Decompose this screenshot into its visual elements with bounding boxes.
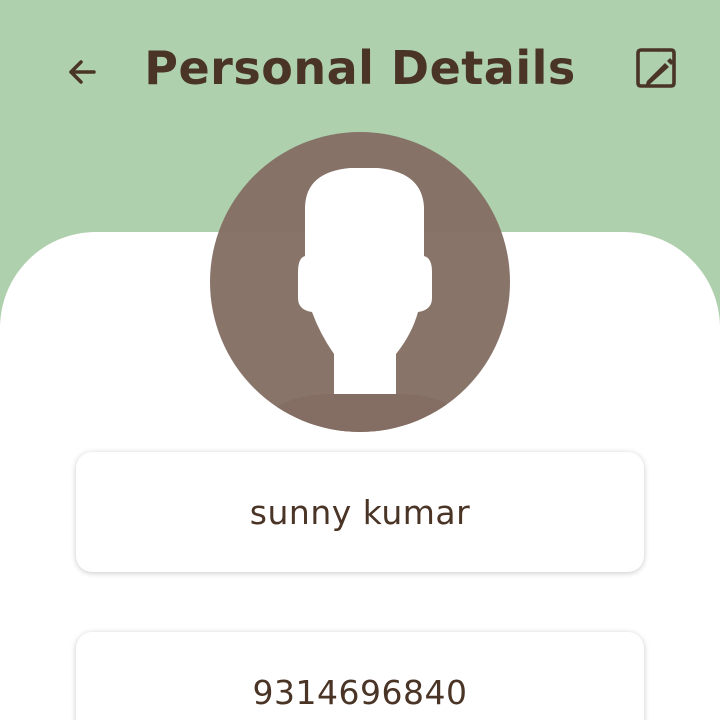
phone-value: 9314696840	[252, 672, 468, 712]
avatar[interactable]	[210, 132, 510, 438]
app-header: Personal Details	[0, 0, 720, 140]
phone-field[interactable]: 9314696840	[76, 632, 644, 720]
page-title: Personal Details	[144, 41, 576, 95]
personal-details-screen: Personal Details sunny kumar 9314696840	[0, 0, 720, 720]
name-value: sunny kumar	[249, 492, 471, 532]
name-field[interactable]: sunny kumar	[76, 452, 644, 572]
person-silhouette-icon	[210, 132, 510, 438]
edit-button[interactable]	[626, 40, 686, 100]
edit-icon	[632, 44, 680, 96]
